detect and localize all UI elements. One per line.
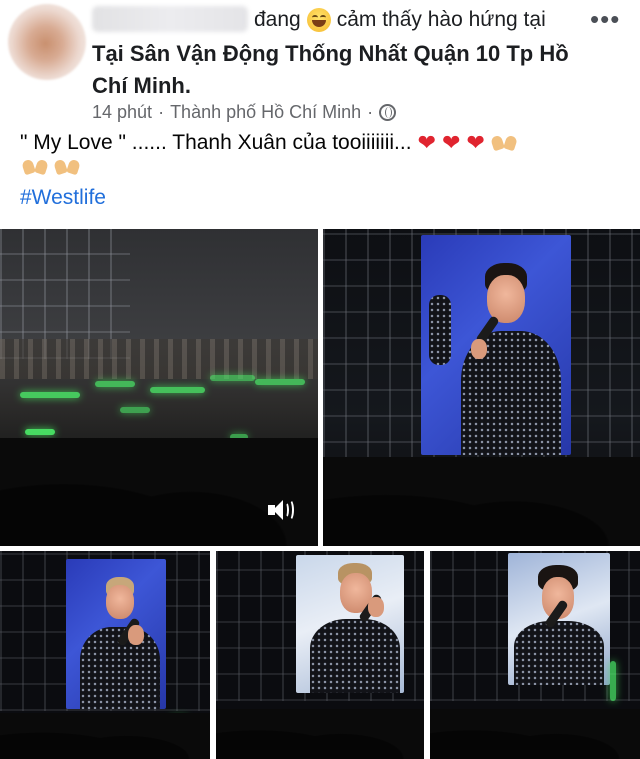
grinning-emoji-icon <box>306 8 331 32</box>
location-link[interactable]: Tại Sân Vận Động Thống Nhất Quận 10 Tp H… <box>92 38 572 102</box>
heart-hands-icon <box>54 158 80 176</box>
hashtag-link[interactable]: #Westlife <box>20 186 106 210</box>
red-heart-icon: ❤ <box>466 130 485 155</box>
photo-singer-screen-2[interactable] <box>0 551 210 759</box>
avatar[interactable] <box>8 4 86 80</box>
photo-singer-screen-3[interactable] <box>216 551 424 759</box>
meta-separator-2: · <box>367 102 374 122</box>
caption-text: " My Love " ...... Thanh Xuân của tooiii… <box>20 131 412 154</box>
feeling-text: cảm thấy hào hứng tại <box>336 8 546 31</box>
photo-singer-screen[interactable] <box>323 229 640 546</box>
feeling-line: đang cảm thấy hào hứng tại <box>254 8 546 32</box>
post-time[interactable]: 14 phút <box>92 102 152 123</box>
post-caption: " My Love " ...... Thanh Xuân của tooiii… <box>20 130 517 156</box>
post-meta: 14 phút · Thành phố Hồ Chí Minh · <box>92 102 397 123</box>
red-heart-icon: ❤ <box>441 130 461 155</box>
heart-hands-icon <box>22 158 48 176</box>
heart-hands-icon <box>491 134 517 152</box>
more-options-icon[interactable]: ••• <box>590 4 620 35</box>
caption-emoji-row <box>16 158 80 176</box>
red-heart-icon: ❤ <box>417 130 436 155</box>
feeling-prefix: đang <box>254 8 301 31</box>
globe-icon[interactable] <box>379 104 397 121</box>
meta-separator: · <box>158 102 165 122</box>
author-name-blurred[interactable] <box>92 6 248 32</box>
post-city[interactable]: Thành phố Hồ Chí Minh <box>170 102 361 123</box>
photo-singer-screen-4[interactable] <box>430 551 640 759</box>
volume-icon[interactable] <box>268 499 294 521</box>
